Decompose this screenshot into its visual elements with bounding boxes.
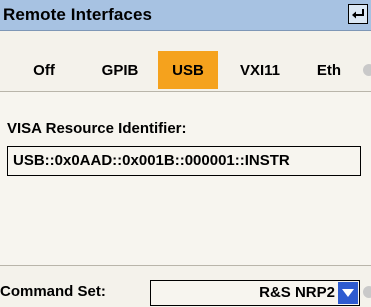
- tab-scroll-indicator[interactable]: [363, 64, 371, 76]
- title-bar: Remote Interfaces: [0, 0, 371, 31]
- tab-off[interactable]: Off: [19, 51, 69, 87]
- tab-eth[interactable]: Eth: [302, 51, 356, 87]
- remote-interfaces-dialog: Remote Interfaces Off GPIB USB VXI11 Eth…: [0, 0, 371, 307]
- tab-usb[interactable]: USB: [158, 51, 218, 89]
- command-set-value: R&S NRP2: [259, 284, 335, 301]
- interface-tab-bar: Off GPIB USB VXI11 Eth: [0, 31, 371, 91]
- tab-vxi11[interactable]: VXI11: [226, 51, 294, 87]
- visa-resource-label: VISA Resource Identifier:: [7, 120, 187, 137]
- command-set-row: Command Set: R&S NRP2: [0, 266, 371, 307]
- command-set-label: Command Set:: [0, 283, 106, 300]
- row-scroll-indicator[interactable]: [363, 286, 371, 298]
- chevron-down-icon: [342, 289, 354, 297]
- enter-button[interactable]: [348, 4, 368, 24]
- tab-gpib[interactable]: GPIB: [90, 51, 150, 87]
- divider: [0, 91, 371, 92]
- visa-resource-field: USB::0x0AAD::0x001B::000001::INSTR: [7, 146, 361, 176]
- command-set-select[interactable]: R&S NRP2: [150, 280, 360, 306]
- dialog-title: Remote Interfaces: [3, 5, 153, 24]
- enter-return-icon: [352, 9, 364, 19]
- command-set-dropdown-button[interactable]: [338, 282, 358, 304]
